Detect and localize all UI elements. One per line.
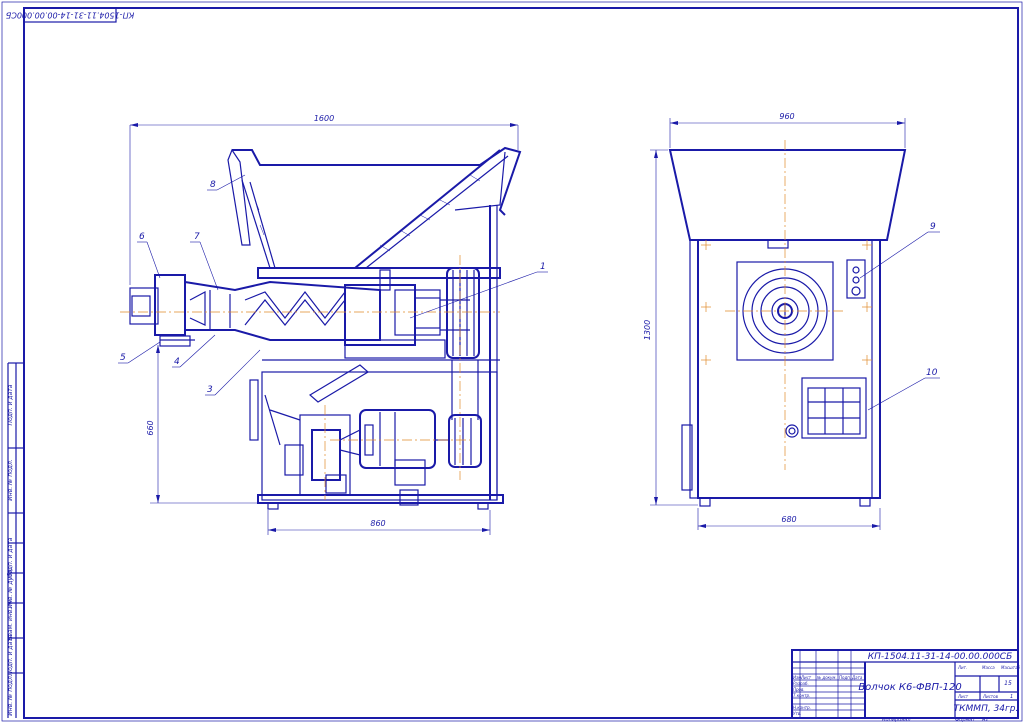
dim-right-width: 960 xyxy=(779,112,794,121)
side-label-6: Подп. и дата xyxy=(7,634,14,675)
callout-4: 4 xyxy=(174,357,180,367)
vent-grille xyxy=(801,377,867,439)
dim-right-base: 680 xyxy=(781,515,796,524)
title-block: Изм. Лист № докум. Подп. Дата Разраб. Пр… xyxy=(791,649,1021,723)
callout-7: 7 xyxy=(194,232,200,242)
tb-footer-format-value: А1 xyxy=(981,717,989,723)
tb-head-mass: Масса xyxy=(982,665,995,670)
dim-left-base: 860 xyxy=(370,519,385,528)
tb-row-list: Лист xyxy=(800,675,812,680)
binding-strip: Подп. и дата Инв. № подл. Подп. и дата И… xyxy=(7,362,24,718)
callout-6: 6 xyxy=(139,232,145,242)
tb-title: Волчок К6-ФВП-120 xyxy=(858,682,961,693)
tb-sheet-number: 15 xyxy=(1004,680,1012,687)
tb-row-date: Дата xyxy=(851,675,863,680)
dim-left-width: 1600 xyxy=(314,114,334,123)
side-label-7: Инв. № подл. xyxy=(7,674,14,715)
tb-head-scale: Масштаб xyxy=(1001,665,1021,670)
tb-row-docnum: № докум. xyxy=(816,675,837,680)
side-label-2: Инв. № подл. xyxy=(7,459,14,500)
tb-doc-code: КП-1504.11-31-14-00.00.000СБ xyxy=(868,652,1013,662)
reducer-unit xyxy=(264,364,426,506)
callout-8: 8 xyxy=(210,180,216,190)
tb-row-utv: Утв. xyxy=(793,711,801,716)
electric-motor xyxy=(339,409,450,469)
dim-left-height: 660 xyxy=(146,420,155,435)
callout-3: 3 xyxy=(207,385,213,395)
rotated-code-text: КП-1504.11-31-14-00.00.000СБ xyxy=(5,11,134,20)
tb-sheet-label: Лист xyxy=(957,694,969,699)
auger-housing xyxy=(129,274,381,347)
gear-drive xyxy=(344,269,470,359)
front-view xyxy=(668,140,907,507)
callout-1: 1 xyxy=(540,262,546,272)
front-hopper xyxy=(668,149,907,241)
belt-pulley xyxy=(446,267,482,468)
tb-sheets-count: 1 xyxy=(1010,694,1013,700)
drawing-sheet: КП-1504.11-31-14-00.00.000СБ Подп. и дат… xyxy=(1,1,1023,723)
tb-sheets-label: Листов xyxy=(982,694,999,699)
tb-row-prov: Пров. xyxy=(793,687,805,692)
hopper xyxy=(227,146,522,269)
tb-row-tkontr: Т.контр. xyxy=(793,693,810,698)
outer-frame xyxy=(1,1,1023,722)
callout-10: 10 xyxy=(926,368,938,378)
tb-head-lit: Лит. xyxy=(957,665,967,670)
tb-row-nkontr: Н.контр. xyxy=(793,705,811,710)
tb-footer-format: Формат xyxy=(955,717,976,723)
tb-footer-copy: Копировал xyxy=(882,717,911,723)
tb-row-razrab: Разраб. xyxy=(793,681,809,686)
switch-knob xyxy=(785,424,799,438)
side-label-5: Взам. инв. № xyxy=(7,600,14,641)
tb-row-sign: Подп. xyxy=(839,675,851,680)
control-buttons-panel xyxy=(846,259,866,299)
callout-9: 9 xyxy=(930,222,936,232)
dim-right-height: 1300 xyxy=(643,320,652,340)
left-callouts: 1 3 4 5 6 7 8 xyxy=(118,174,548,396)
callout-5: 5 xyxy=(120,353,126,363)
tb-org: ТКММП, 34гр. xyxy=(954,704,1019,714)
side-section-view xyxy=(120,146,522,510)
side-label-1: Подп. и дата xyxy=(7,384,14,425)
